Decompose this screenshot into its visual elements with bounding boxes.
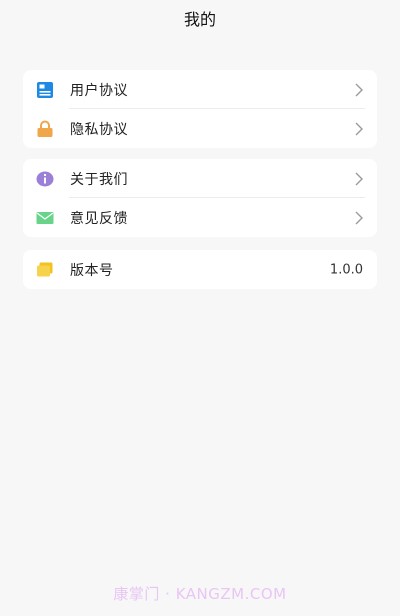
page-title: 我的 — [183, 10, 216, 29]
lock-icon — [37, 120, 53, 137]
chevron-right-icon — [355, 122, 363, 135]
version-value: 1.0.0 — [329, 262, 363, 277]
chevron-right-icon — [355, 172, 363, 185]
folder-icon — [37, 262, 53, 276]
mail-icon — [36, 211, 54, 224]
chevron-right-icon — [355, 211, 363, 224]
user-agreement-label: 用户协议 — [70, 82, 128, 99]
about-us-label: 关于我们 — [70, 171, 128, 188]
agreements-card: 用户协议 隐私协议 — [23, 70, 377, 148]
document-icon — [37, 81, 53, 98]
about-us-row[interactable]: 关于我们 — [23, 159, 377, 198]
about-card: 关于我们 意见反馈 — [23, 159, 377, 237]
version-card: 版本号 1.0.0 — [23, 250, 377, 289]
chevron-right-icon — [355, 83, 363, 96]
user-agreement-row[interactable]: 用户协议 — [23, 70, 377, 109]
privacy-agreement-label: 隐私协议 — [70, 121, 128, 138]
feedback-row[interactable]: 意见反馈 — [23, 198, 377, 237]
profile-page: 我的 用户协议 隐私协议 关于我们 意见反馈 版本号 1.0.0 康掌门 · K… — [0, 0, 400, 616]
privacy-agreement-row[interactable]: 隐私协议 — [23, 109, 377, 148]
watermark: 康掌门 · KANGZM.COM — [113, 585, 287, 603]
version-row: 版本号 1.0.0 — [23, 250, 377, 289]
version-label: 版本号 — [70, 262, 114, 279]
feedback-label: 意见反馈 — [70, 210, 128, 227]
info-icon — [36, 171, 54, 186]
